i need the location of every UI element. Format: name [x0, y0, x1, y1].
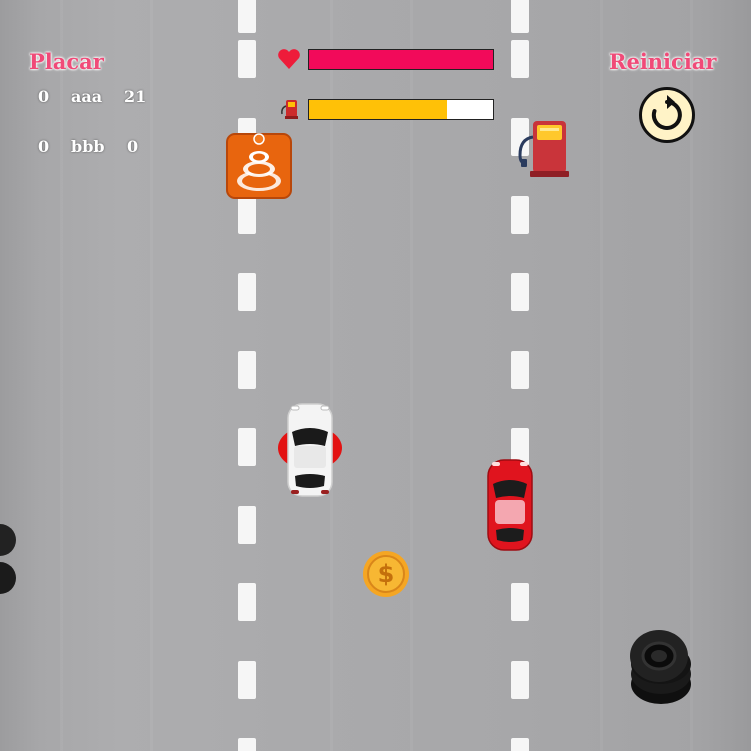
fuel-bar-fill	[309, 100, 447, 119]
heart-icon	[278, 49, 300, 69]
score-value: 21	[124, 87, 147, 106]
health-bar	[308, 49, 494, 70]
lane-divider-right	[511, 0, 529, 751]
traffic-cone-icon	[226, 133, 292, 199]
coin-icon: $	[363, 551, 409, 597]
player-car	[277, 402, 343, 498]
score-value: 0	[127, 137, 139, 156]
game-canvas[interactable]: Placar 0 aaa 21 0 bbb 0 Reiniciar $	[0, 0, 751, 751]
restart-label[interactable]: Reiniciar	[609, 49, 716, 74]
scoreboard-title: Placar	[29, 49, 104, 74]
score-player-name: aaa	[71, 87, 103, 106]
player-car-icon	[278, 403, 342, 497]
fuel-pump-pickup-icon	[518, 121, 569, 177]
fuel-bar	[308, 99, 494, 120]
opponent-car	[486, 458, 534, 552]
score-player-name: bbb	[71, 137, 105, 156]
lane-divider-left	[238, 0, 256, 751]
restart-icon	[651, 95, 682, 130]
tire-edge-icon	[0, 524, 16, 594]
svg-text:$: $	[378, 560, 395, 588]
health-bar-fill	[309, 50, 493, 69]
fuel-pump-icon	[281, 100, 298, 119]
opponent-car-icon	[487, 459, 533, 551]
score-left: 0	[38, 87, 50, 106]
score-left: 0	[38, 137, 50, 156]
restart-button[interactable]	[639, 87, 695, 143]
tire-stack-icon	[630, 630, 691, 704]
